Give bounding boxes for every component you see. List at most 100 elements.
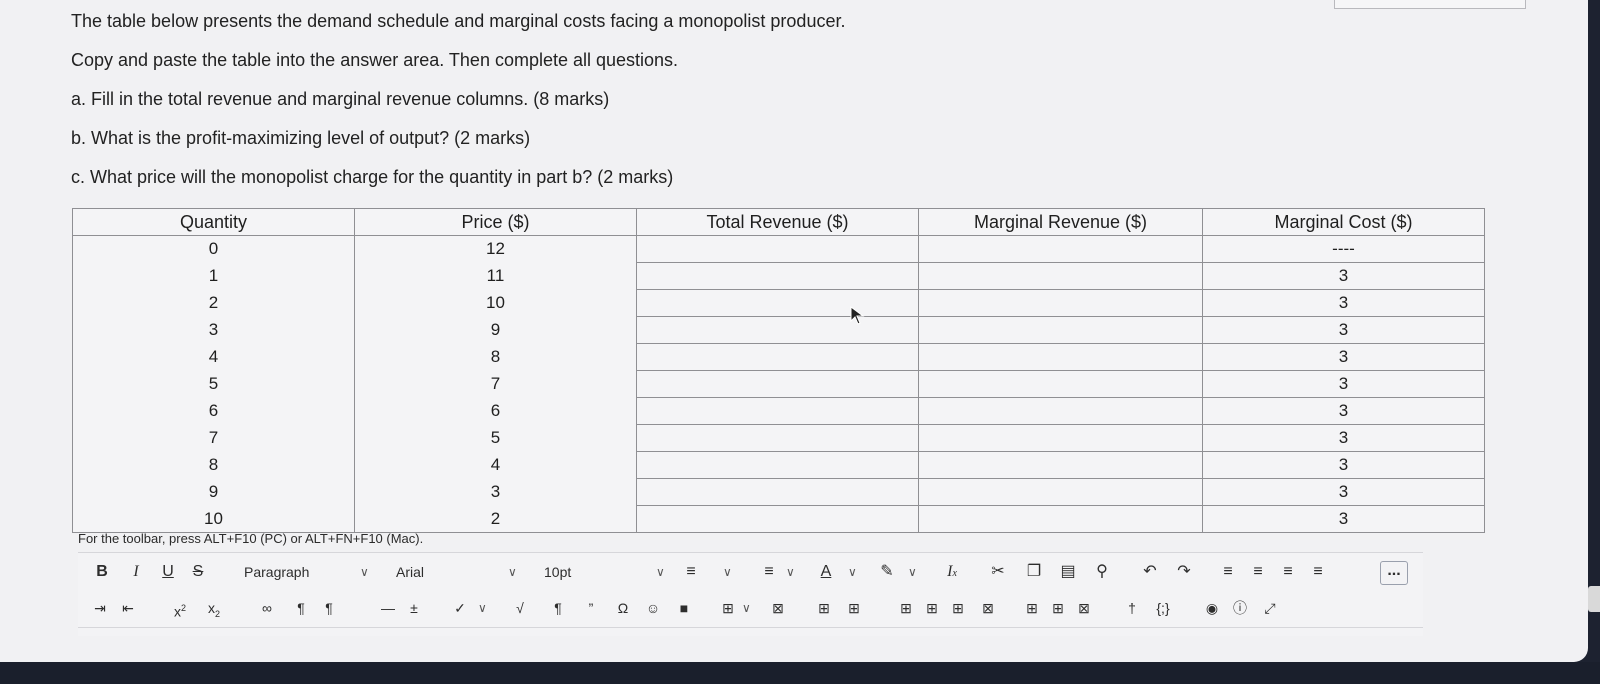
chevron-down-icon[interactable]: ∨ — [723, 557, 732, 587]
emoji-icon[interactable]: ☺ — [643, 593, 663, 623]
quote-icon[interactable]: ” — [581, 593, 601, 623]
cell-marginal-revenue[interactable] — [918, 451, 1203, 479]
cell-marginal-cost: 3 — [1202, 505, 1485, 533]
cut-icon[interactable]: ✂ — [988, 557, 1008, 587]
spellcheck-icon[interactable]: ✓ — [448, 593, 472, 623]
cell-total-revenue[interactable] — [636, 451, 919, 479]
paragraph-select[interactable]: Paragraph — [244, 557, 324, 587]
cell-total-revenue[interactable] — [636, 289, 919, 317]
cell-total-revenue[interactable] — [636, 343, 919, 371]
cell-total-revenue[interactable] — [636, 478, 919, 506]
split-cell-icon[interactable]: ⊞ — [1048, 593, 1068, 623]
merge-cell-icon[interactable]: ⊠ — [1074, 593, 1094, 623]
ltr-icon[interactable]: ¶ — [290, 593, 312, 623]
cell-marginal-revenue[interactable] — [918, 424, 1203, 452]
cell-marginal-revenue[interactable] — [918, 289, 1203, 317]
question-intro: The table below presents the demand sche… — [71, 11, 846, 31]
cell-price: 5 — [354, 424, 637, 452]
top-right-panel-edge — [1334, 0, 1526, 9]
paste-icon[interactable]: ▤ — [1058, 557, 1078, 587]
omega-icon[interactable]: Ω — [613, 593, 633, 623]
delete-column-icon[interactable]: ⊠ — [978, 593, 998, 623]
cell-marginal-revenue[interactable] — [918, 370, 1203, 398]
side-panel-handle[interactable] — [1588, 586, 1600, 612]
highlight-icon[interactable]: ✎ — [876, 557, 898, 587]
chevron-down-icon[interactable]: ∨ — [656, 557, 665, 587]
chevron-down-icon[interactable]: ∨ — [848, 557, 857, 587]
copy-icon[interactable]: ❐ — [1024, 557, 1044, 587]
chevron-down-icon[interactable]: ∨ — [908, 557, 917, 587]
cell-total-revenue[interactable] — [636, 262, 919, 290]
table-row-icon[interactable]: ⊞ — [844, 593, 864, 623]
bold-button[interactable]: B — [92, 557, 112, 587]
align-center-icon[interactable]: ≡ — [1248, 557, 1268, 587]
insert-row-after-icon[interactable]: ⊞ — [922, 593, 942, 623]
chevron-down-icon[interactable]: ∨ — [478, 593, 487, 623]
table-row: 57 3 — [72, 370, 1485, 398]
justify-icon[interactable]: ≡ — [1308, 557, 1328, 587]
header-quantity: Quantity — [72, 208, 355, 236]
rtl-icon[interactable]: ¶ — [318, 593, 340, 623]
cell-quantity: 2 — [72, 289, 355, 317]
more-icon[interactable]: ... — [1380, 561, 1408, 585]
cell-marginal-revenue[interactable] — [918, 478, 1203, 506]
underline-button[interactable]: U — [158, 557, 178, 587]
cell-total-revenue[interactable] — [636, 505, 919, 533]
cell-total-revenue[interactable] — [636, 235, 919, 263]
chevron-down-icon[interactable]: ∨ — [742, 593, 751, 623]
cell-total-revenue[interactable] — [636, 370, 919, 398]
cell-marginal-revenue[interactable] — [918, 397, 1203, 425]
insert-column-icon[interactable]: ⊞ — [1022, 593, 1042, 623]
find-icon[interactable]: ⚲ — [1092, 557, 1112, 587]
font-size-select[interactable]: 10pt — [544, 557, 584, 587]
header-total-revenue: Total Revenue ($) — [636, 208, 919, 236]
cell-marginal-revenue[interactable] — [918, 262, 1203, 290]
preview-icon[interactable]: ◉ — [1202, 593, 1222, 623]
delete-row-icon[interactable]: ⊞ — [948, 593, 968, 623]
indent-icon[interactable]: ⇥ — [90, 593, 110, 623]
table-row: 1 11 3 — [72, 262, 1485, 290]
bullet-list-icon[interactable]: ≡ — [680, 557, 702, 587]
cell-marginal-revenue[interactable] — [918, 505, 1203, 533]
code-icon[interactable]: {;} — [1150, 593, 1176, 623]
bookmark-icon[interactable]: ■ — [674, 593, 694, 623]
chevron-down-icon[interactable]: ∨ — [786, 557, 795, 587]
horizontal-rule-icon[interactable]: — — [378, 593, 398, 623]
delete-table-icon[interactable]: ⊠ — [768, 593, 788, 623]
cell-total-revenue[interactable] — [636, 424, 919, 452]
table-icon[interactable]: ⊞ — [718, 593, 738, 623]
clear-format-icon[interactable]: Ix — [943, 557, 961, 587]
fullscreen-icon[interactable]: ⤢ — [1260, 593, 1280, 623]
chevron-down-icon[interactable]: ∨ — [508, 557, 517, 587]
cell-price: 8 — [354, 343, 637, 371]
redo-icon[interactable]: ↷ — [1174, 557, 1194, 587]
unlink-icon[interactable]: ∞ — [256, 593, 278, 623]
undo-icon[interactable]: ↶ — [1140, 557, 1160, 587]
cell-marginal-revenue[interactable] — [918, 316, 1203, 344]
help-icon[interactable]: ⓘ — [1230, 593, 1250, 623]
accessibility-icon[interactable]: † — [1122, 593, 1142, 623]
question-instruction: Copy and paste the table into the answer… — [71, 50, 679, 70]
text-color-icon[interactable]: A — [818, 557, 834, 587]
table-row: 0 12 ---- — [72, 235, 1485, 263]
table-props-icon[interactable]: ⊞ — [814, 593, 834, 623]
cell-price: 10 — [354, 289, 637, 317]
cell-marginal-revenue[interactable] — [918, 343, 1203, 371]
font-family-select[interactable]: Arial — [396, 557, 446, 587]
outdent-icon[interactable]: ⇤ — [118, 593, 138, 623]
cell-total-revenue[interactable] — [636, 397, 919, 425]
plus-minus-icon[interactable]: ± — [404, 593, 424, 623]
insert-row-before-icon[interactable]: ⊞ — [896, 593, 916, 623]
subscript-icon[interactable]: x2 — [202, 593, 226, 623]
strikethrough-button[interactable]: S — [188, 557, 208, 587]
superscript-icon[interactable]: x2 — [168, 593, 192, 623]
chevron-down-icon[interactable]: ∨ — [360, 557, 369, 587]
paragraph-mark-icon[interactable]: ¶ — [548, 593, 568, 623]
cell-marginal-revenue[interactable] — [918, 235, 1203, 263]
align-left-icon[interactable]: ≡ — [1218, 557, 1238, 587]
numbered-list-icon[interactable]: ≡ — [758, 557, 780, 587]
cell-total-revenue[interactable] — [636, 316, 919, 344]
math-icon[interactable]: √ — [510, 593, 530, 623]
italic-button[interactable]: I — [126, 557, 146, 587]
align-right-icon[interactable]: ≡ — [1278, 557, 1298, 587]
